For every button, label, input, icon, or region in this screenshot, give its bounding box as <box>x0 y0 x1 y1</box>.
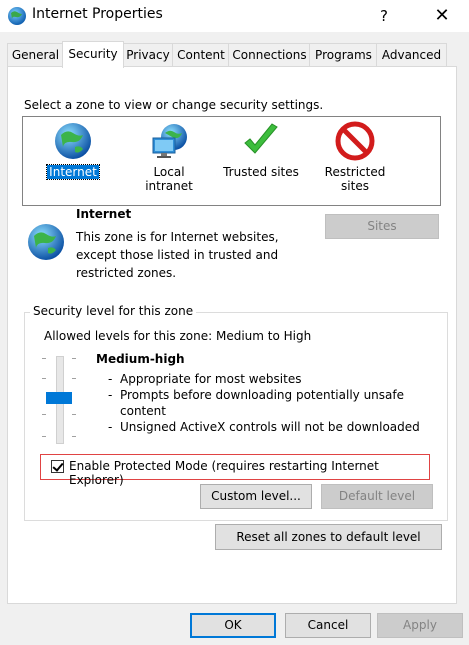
default-level-button[interactable]: Default level <box>321 484 433 509</box>
security-level-caption: Security level for this zone <box>30 304 197 318</box>
zone-trusted-sites-label: Trusted sites <box>223 165 299 179</box>
slider-tick <box>42 436 46 437</box>
level-description-list: Appropriate for most websites Prompts be… <box>108 371 428 435</box>
zone-local-intranet-label: Local intranet <box>145 165 193 193</box>
zone-info-description: This zone is for Internet websites, exce… <box>76 230 279 280</box>
checkmark-icon <box>244 123 278 154</box>
slider-tick <box>72 378 76 379</box>
cancel-button[interactable]: Cancel <box>285 613 371 638</box>
close-button[interactable]: ✕ <box>419 2 465 30</box>
allowed-levels-text: Allowed levels for this zone: Medium to … <box>44 329 312 343</box>
security-level-name: Medium-high <box>96 352 185 366</box>
slider-tick <box>72 358 76 359</box>
protected-mode-label: Enable Protected Mode (requires restarti… <box>69 459 379 487</box>
zone-trusted-sites[interactable]: Trusted sites <box>221 121 301 179</box>
slider-tick <box>72 414 76 415</box>
zone-local-intranet[interactable]: Local intranet <box>127 121 211 193</box>
slider-thumb[interactable] <box>46 392 72 404</box>
tab-advanced[interactable]: Advanced <box>376 43 447 66</box>
zone-restricted-sites[interactable]: Restricted sites <box>308 121 402 193</box>
window-title: Internet Properties <box>32 6 163 22</box>
globe-icon <box>55 123 91 159</box>
tab-programs[interactable]: Programs <box>309 43 378 66</box>
custom-level-button[interactable]: Custom level... <box>200 484 312 509</box>
slider-tick <box>42 414 46 415</box>
sites-button[interactable]: Sites <box>325 214 439 239</box>
apply-button[interactable]: Apply <box>377 613 463 638</box>
zone-internet-label: Internet <box>46 164 100 180</box>
slider-tick <box>42 358 46 359</box>
protected-mode-checkbox[interactable] <box>51 460 64 473</box>
tab-security[interactable]: Security <box>62 41 124 68</box>
globe-icon <box>28 224 64 260</box>
zone-list: Internet Local intranet Trusted sites Re… <box>22 116 441 206</box>
slider-tick <box>42 378 46 379</box>
list-item: Prompts before downloading potentially u… <box>108 387 428 419</box>
slider-tick <box>72 436 76 437</box>
zone-info-title: Internet <box>76 207 132 221</box>
internet-globe-icon <box>8 7 26 25</box>
reset-all-zones-button[interactable]: Reset all zones to default level <box>215 524 442 550</box>
tab-connections[interactable]: Connections <box>228 43 311 66</box>
tab-privacy[interactable]: Privacy <box>122 43 174 66</box>
title-bar: Internet Properties ? ✕ <box>0 0 469 32</box>
protected-mode-option[interactable]: Enable Protected Mode (requires restarti… <box>40 454 430 487</box>
intranet-icon <box>152 124 187 158</box>
list-item: Unsigned ActiveX controls will not be do… <box>108 419 428 435</box>
tab-general[interactable]: General <box>7 43 64 66</box>
help-button[interactable]: ? <box>361 2 407 30</box>
ok-button[interactable]: OK <box>190 613 276 638</box>
restricted-icon <box>335 121 375 161</box>
zone-internet[interactable]: Internet <box>45 121 101 180</box>
list-item: Appropriate for most websites <box>108 371 428 387</box>
zone-select-caption: Select a zone to view or change security… <box>24 98 324 112</box>
tab-content[interactable]: Content <box>172 43 230 66</box>
zone-restricted-sites-label: Restricted sites <box>324 165 386 193</box>
